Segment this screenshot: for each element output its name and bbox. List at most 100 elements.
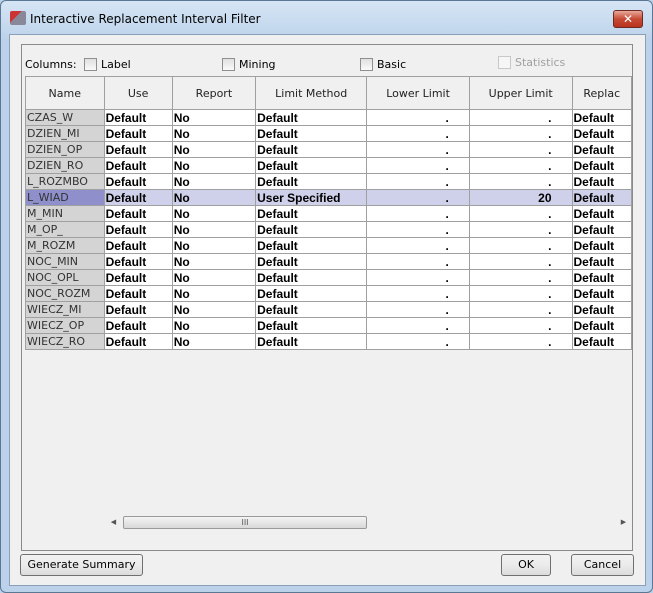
table-cell[interactable]: NOC_OPL	[25, 269, 105, 286]
table-row[interactable]: CZAS_W Default No Default.. Default	[25, 109, 632, 126]
table-cell[interactable]: Default	[103, 269, 173, 286]
table-row[interactable]: DZIEN_MI Default No Default.. Default	[25, 125, 632, 142]
table-cell[interactable]: No	[171, 237, 257, 254]
table-cell[interactable]: .	[468, 269, 573, 286]
table-cell[interactable]: .	[468, 285, 573, 302]
table-cell[interactable]: Default	[571, 221, 632, 238]
table-cell[interactable]: Default	[255, 205, 368, 222]
table-cell[interactable]: NOC_MIN	[25, 253, 105, 270]
table-cell[interactable]: No	[171, 125, 257, 142]
table-row[interactable]: M_OP_ Default No Default.. Default	[25, 221, 632, 238]
column-header[interactable]: Report	[171, 76, 257, 110]
table-cell[interactable]: Default	[571, 253, 632, 270]
ok-button[interactable]: OK	[501, 554, 551, 576]
table-cell[interactable]: Default	[255, 125, 368, 142]
table-row[interactable]: WIECZ_RO Default No Default.. Default	[25, 333, 632, 350]
table-cell[interactable]: Default	[103, 109, 173, 126]
table-cell[interactable]: .	[366, 269, 470, 286]
table-cell[interactable]: .	[366, 221, 470, 238]
table-cell[interactable]: No	[171, 333, 257, 350]
table-cell[interactable]: Default	[255, 317, 368, 334]
column-header[interactable]: Upper Limit	[468, 76, 573, 110]
table-cell[interactable]: .	[366, 205, 470, 222]
table-cell[interactable]: No	[171, 317, 257, 334]
table-cell[interactable]: No	[171, 269, 257, 286]
table-cell[interactable]: DZIEN_MI	[25, 125, 105, 142]
table-cell[interactable]: Default	[103, 285, 173, 302]
table-cell[interactable]: No	[171, 301, 257, 318]
column-header[interactable]: Replac	[571, 76, 632, 110]
table-cell[interactable]: .	[366, 189, 470, 206]
table-cell[interactable]: Default	[255, 173, 368, 190]
table-cell[interactable]: Default	[571, 285, 632, 302]
table-cell[interactable]: .	[468, 221, 573, 238]
table-cell[interactable]: Default	[255, 269, 368, 286]
table-row[interactable]: L_WIAD Default No User Specified. 20 Default	[25, 189, 632, 206]
table-cell[interactable]: Default	[103, 237, 173, 254]
table-cell[interactable]: L_WIAD	[25, 189, 105, 206]
table-cell[interactable]: DZIEN_OP	[25, 141, 105, 158]
table-cell[interactable]: Default	[103, 221, 173, 238]
table-cell[interactable]: .	[468, 173, 573, 190]
table-row[interactable]: NOC_MIN Default No Default.. Default	[25, 253, 632, 270]
table-cell[interactable]: Default	[103, 125, 173, 142]
table-cell[interactable]: Default	[103, 333, 173, 350]
scroll-thumb[interactable]: III	[123, 516, 367, 529]
table-cell[interactable]: Default	[571, 141, 632, 158]
table-cell[interactable]: Default	[571, 157, 632, 174]
table-cell[interactable]: Default	[103, 141, 173, 158]
table-cell[interactable]: .	[468, 301, 573, 318]
table-cell[interactable]: Default	[571, 301, 632, 318]
table-cell[interactable]: .	[366, 301, 470, 318]
column-header[interactable]: Limit Method	[255, 76, 368, 110]
table-cell[interactable]: .	[366, 317, 470, 334]
table-cell[interactable]: Default	[255, 157, 368, 174]
table-cell[interactable]: No	[171, 285, 257, 302]
table-cell[interactable]: Default	[255, 301, 368, 318]
table-cell[interactable]: .	[468, 125, 573, 142]
table-cell[interactable]: Default	[571, 173, 632, 190]
cancel-button[interactable]: Cancel	[571, 554, 634, 576]
table-row[interactable]: WIECZ_OP Default No Default.. Default	[25, 317, 632, 334]
table-cell[interactable]: Default	[571, 237, 632, 254]
table-row[interactable]: M_MIN Default No Default.. Default	[25, 205, 632, 222]
table-cell[interactable]: .	[468, 141, 573, 158]
table-cell[interactable]: .	[468, 237, 573, 254]
table-row[interactable]: WIECZ_MI Default No Default.. Default	[25, 301, 632, 318]
table-cell[interactable]: No	[171, 221, 257, 238]
scroll-right-icon[interactable]: ▶	[616, 515, 631, 530]
table-cell[interactable]: .	[366, 157, 470, 174]
table-cell[interactable]: .	[366, 125, 470, 142]
column-header[interactable]: Use	[103, 76, 173, 110]
table-cell[interactable]: Default	[571, 189, 632, 206]
table-cell[interactable]: Default	[255, 109, 368, 126]
table-cell[interactable]: 20	[468, 189, 573, 206]
table-cell[interactable]: .	[468, 109, 573, 126]
statistics-checkbox[interactable]: Statistics	[498, 56, 565, 69]
table-cell[interactable]: Default	[571, 333, 632, 350]
table-cell[interactable]: Default	[255, 253, 368, 270]
table-row[interactable]: NOC_OPL Default No Default.. Default	[25, 269, 632, 286]
generate-summary-button[interactable]: Generate Summary	[20, 554, 143, 576]
table-cell[interactable]: M_OP_	[25, 221, 105, 238]
table-cell[interactable]: M_ROZM	[25, 237, 105, 254]
table-cell[interactable]: No	[171, 141, 257, 158]
table-cell[interactable]: .	[468, 253, 573, 270]
basic-checkbox[interactable]: Basic	[360, 58, 406, 71]
table-row[interactable]: DZIEN_OP Default No Default.. Default	[25, 141, 632, 158]
table-cell[interactable]: DZIEN_RO	[25, 157, 105, 174]
table-cell[interactable]: Default	[255, 237, 368, 254]
table-cell[interactable]: WIECZ_RO	[25, 333, 105, 350]
table-cell[interactable]: Default	[571, 205, 632, 222]
table-cell[interactable]: Default	[103, 205, 173, 222]
table-cell[interactable]: User Specified	[255, 189, 368, 206]
table-cell[interactable]: M_MIN	[25, 205, 105, 222]
table-cell[interactable]: No	[171, 157, 257, 174]
table-cell[interactable]: Default	[571, 269, 632, 286]
table-cell[interactable]: .	[366, 333, 470, 350]
table-cell[interactable]: WIECZ_MI	[25, 301, 105, 318]
table-cell[interactable]: CZAS_W	[25, 109, 105, 126]
table-cell[interactable]: No	[171, 189, 257, 206]
table-cell[interactable]: .	[366, 141, 470, 158]
table-cell[interactable]: NOC_ROZM	[25, 285, 105, 302]
